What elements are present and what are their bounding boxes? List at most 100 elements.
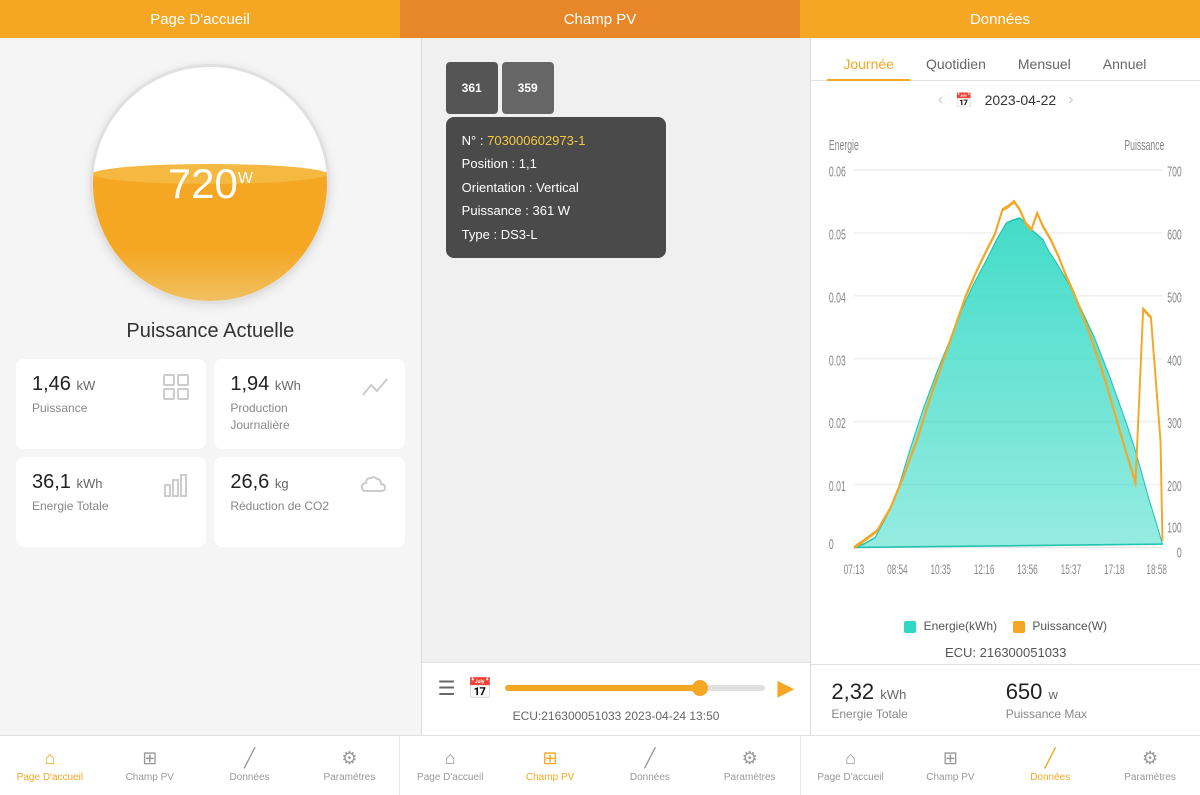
bottom-nav-champ-label-1: Champ PV (126, 772, 174, 783)
chart-icon-3: ╱ (1045, 748, 1056, 769)
svg-text:13:56: 13:56 (1018, 563, 1038, 578)
stat-puissance-value: 1,46 kW (32, 373, 95, 396)
ecu-id: ECU: 216300051033 (811, 641, 1200, 664)
bottom-nav: ⌂ Page D'accueil ⊞ Champ PV ╱ Données ⚙ … (0, 735, 1200, 795)
main-content: 720W Puissance Actuelle 1,46 kW Puissanc… (0, 38, 1200, 735)
bottom-nav-champ-label-3: Champ PV (926, 772, 974, 783)
tooltip-number: N° : 703000602973-1 (462, 129, 650, 152)
bottom-nav-donnees-1[interactable]: ╱ Données (200, 736, 300, 795)
bottom-nav-home-label-2: Page D'accueil (417, 772, 483, 783)
chart-area: Energie 0.06 0.05 0.04 0.03 0.02 0.01 0 … (811, 119, 1200, 615)
svg-text:200: 200 (1168, 478, 1183, 495)
date-prev-arrow[interactable]: ‹ (938, 91, 943, 109)
bottom-nav-section-2: ⌂ Page D'accueil ⊞ Champ PV ╱ Données ⚙ … (400, 736, 800, 795)
stat-co2-desc: Réduction de CO2 (230, 498, 329, 515)
date-next-arrow[interactable]: › (1068, 91, 1073, 109)
tooltip-type: Type : DS3-L (462, 223, 650, 246)
svg-text:15:37: 15:37 (1061, 563, 1081, 578)
svg-text:400: 400 (1168, 352, 1183, 369)
date-display: 2023-04-22 (985, 92, 1057, 108)
svg-text:0.06: 0.06 (829, 163, 846, 180)
stat-co2: 26,6 kg Réduction de CO2 (214, 457, 404, 547)
top-nav: Page D'accueil Champ PV Données (0, 0, 1200, 38)
tab-mensuel[interactable]: Mensuel (1002, 48, 1087, 80)
panel-tooltip: N° : 703000602973-1 Position : 1,1 Orien… (446, 117, 666, 258)
home-icon-3: ⌂ (845, 748, 856, 769)
bottom-nav-donnees-label-3: Données (1030, 772, 1070, 783)
solar-panel-1[interactable]: 361 (446, 62, 498, 114)
right-stat-puissance-value: 650 w (1006, 679, 1180, 705)
right-stat-energie: 2,32 kWh Energie Totale (831, 679, 1005, 721)
trend-icon (361, 373, 389, 407)
bottom-nav-champ-1[interactable]: ⊞ Champ PV (100, 736, 200, 795)
play-button[interactable]: ▶ (777, 675, 794, 701)
solar-grid: 361 N° : 703000602973-1 Position : 1,1 O… (422, 38, 811, 662)
svg-text:0: 0 (829, 536, 834, 553)
bottom-nav-params-label-1: Paramètres (324, 772, 376, 783)
svg-text:08:54: 08:54 (887, 563, 908, 578)
gear-icon-3: ⚙ (1142, 748, 1158, 769)
svg-text:Energie: Energie (829, 137, 859, 154)
svg-text:12:16: 12:16 (974, 563, 994, 578)
right-stat-energie-label: Energie Totale (831, 707, 1005, 721)
mid-panel: 361 N° : 703000602973-1 Position : 1,1 O… (422, 38, 812, 735)
nav-home[interactable]: Page D'accueil (0, 0, 400, 38)
stats-grid: 1,46 kW Puissance 1,94 kWh ProductionJo (16, 359, 405, 547)
bottom-nav-home-3[interactable]: ⌂ Page D'accueil (801, 736, 901, 795)
bottom-nav-params-2[interactable]: ⚙ Paramètres (700, 736, 800, 795)
stat-puissance: 1,46 kW Puissance (16, 359, 206, 449)
grid-icon-3: ⊞ (943, 748, 958, 769)
bottom-nav-section-3: ⌂ Page D'accueil ⊞ Champ PV ╱ Données ⚙ … (801, 736, 1200, 795)
ecu-label: ECU:216300051033 2023-04-24 13:50 (438, 709, 795, 723)
bottom-nav-champ-label-2: Champ PV (526, 772, 574, 783)
cloud-icon (359, 471, 389, 505)
bottom-nav-champ-2[interactable]: ⊞ Champ PV (500, 736, 600, 795)
tab-quotidien[interactable]: Quotidien (910, 48, 1002, 80)
gear-icon-1: ⚙ (341, 748, 357, 769)
bottom-nav-home-label-1: Page D'accueil (17, 772, 83, 783)
nav-donnees[interactable]: Données (800, 0, 1200, 38)
svg-text:18:58: 18:58 (1147, 563, 1167, 578)
stat-energie-desc: Energie Totale (32, 498, 109, 515)
gear-icon-2: ⚙ (742, 748, 758, 769)
bottom-nav-donnees-3[interactable]: ╱ Données (1000, 736, 1100, 795)
right-stat-puissance-label: Puissance Max (1006, 707, 1180, 721)
right-stat-puissance: 650 w Puissance Max (1006, 679, 1180, 721)
stat-energie-value: 36,1 kWh (32, 471, 109, 494)
legend-puissance-dot (1013, 621, 1025, 633)
tab-journee[interactable]: Journée (827, 48, 910, 80)
bottom-nav-donnees-2[interactable]: ╱ Données (600, 736, 700, 795)
slider-fill (505, 685, 701, 691)
svg-text:0: 0 (1177, 544, 1182, 561)
calendar-icon[interactable]: 📅 (468, 676, 493, 701)
svg-text:17:18: 17:18 (1104, 563, 1124, 578)
bottom-nav-champ-3[interactable]: ⊞ Champ PV (900, 736, 1000, 795)
bottom-nav-params-3[interactable]: ⚙ Paramètres (1100, 736, 1200, 795)
nav-champ-pv[interactable]: Champ PV (400, 0, 800, 38)
stat-puissance-desc: Puissance (32, 400, 95, 417)
left-panel: 720W Puissance Actuelle 1,46 kW Puissanc… (0, 38, 422, 735)
chart-icon-1: ╱ (244, 748, 255, 769)
svg-text:0.05: 0.05 (829, 226, 846, 243)
timeline-slider[interactable] (505, 685, 766, 691)
gauge-value: 720W (168, 160, 253, 208)
tooltip-orientation: Orientation : Vertical (462, 176, 650, 199)
home-icon-2: ⌂ (445, 748, 456, 769)
stat-energie: 36,1 kWh Energie Totale (16, 457, 206, 547)
bottom-nav-donnees-label-2: Données (630, 772, 670, 783)
legend-energie: Energie(kWh) (904, 619, 997, 633)
bottom-nav-params-1[interactable]: ⚙ Paramètres (299, 736, 399, 795)
solar-panel-2[interactable]: 359 (502, 62, 554, 114)
list-icon[interactable]: ☰ (438, 676, 456, 701)
right-stat-energie-value: 2,32 kWh (831, 679, 1005, 705)
date-nav: ‹ 📅 2023-04-22 › (811, 81, 1200, 119)
bottom-nav-home-label-3: Page D'accueil (817, 772, 883, 783)
right-stats: 2,32 kWh Energie Totale 650 w Puissance … (811, 664, 1200, 735)
stat-co2-value: 26,6 kg (230, 471, 329, 494)
tab-annuel[interactable]: Annuel (1087, 48, 1163, 80)
bottom-nav-home-2[interactable]: ⌂ Page D'accueil (400, 736, 500, 795)
bottom-nav-home-1[interactable]: ⌂ Page D'accueil (0, 736, 100, 795)
svg-text:700: 700 (1168, 163, 1183, 180)
svg-text:0.03: 0.03 (829, 352, 846, 369)
bottom-nav-params-label-2: Paramètres (724, 772, 776, 783)
